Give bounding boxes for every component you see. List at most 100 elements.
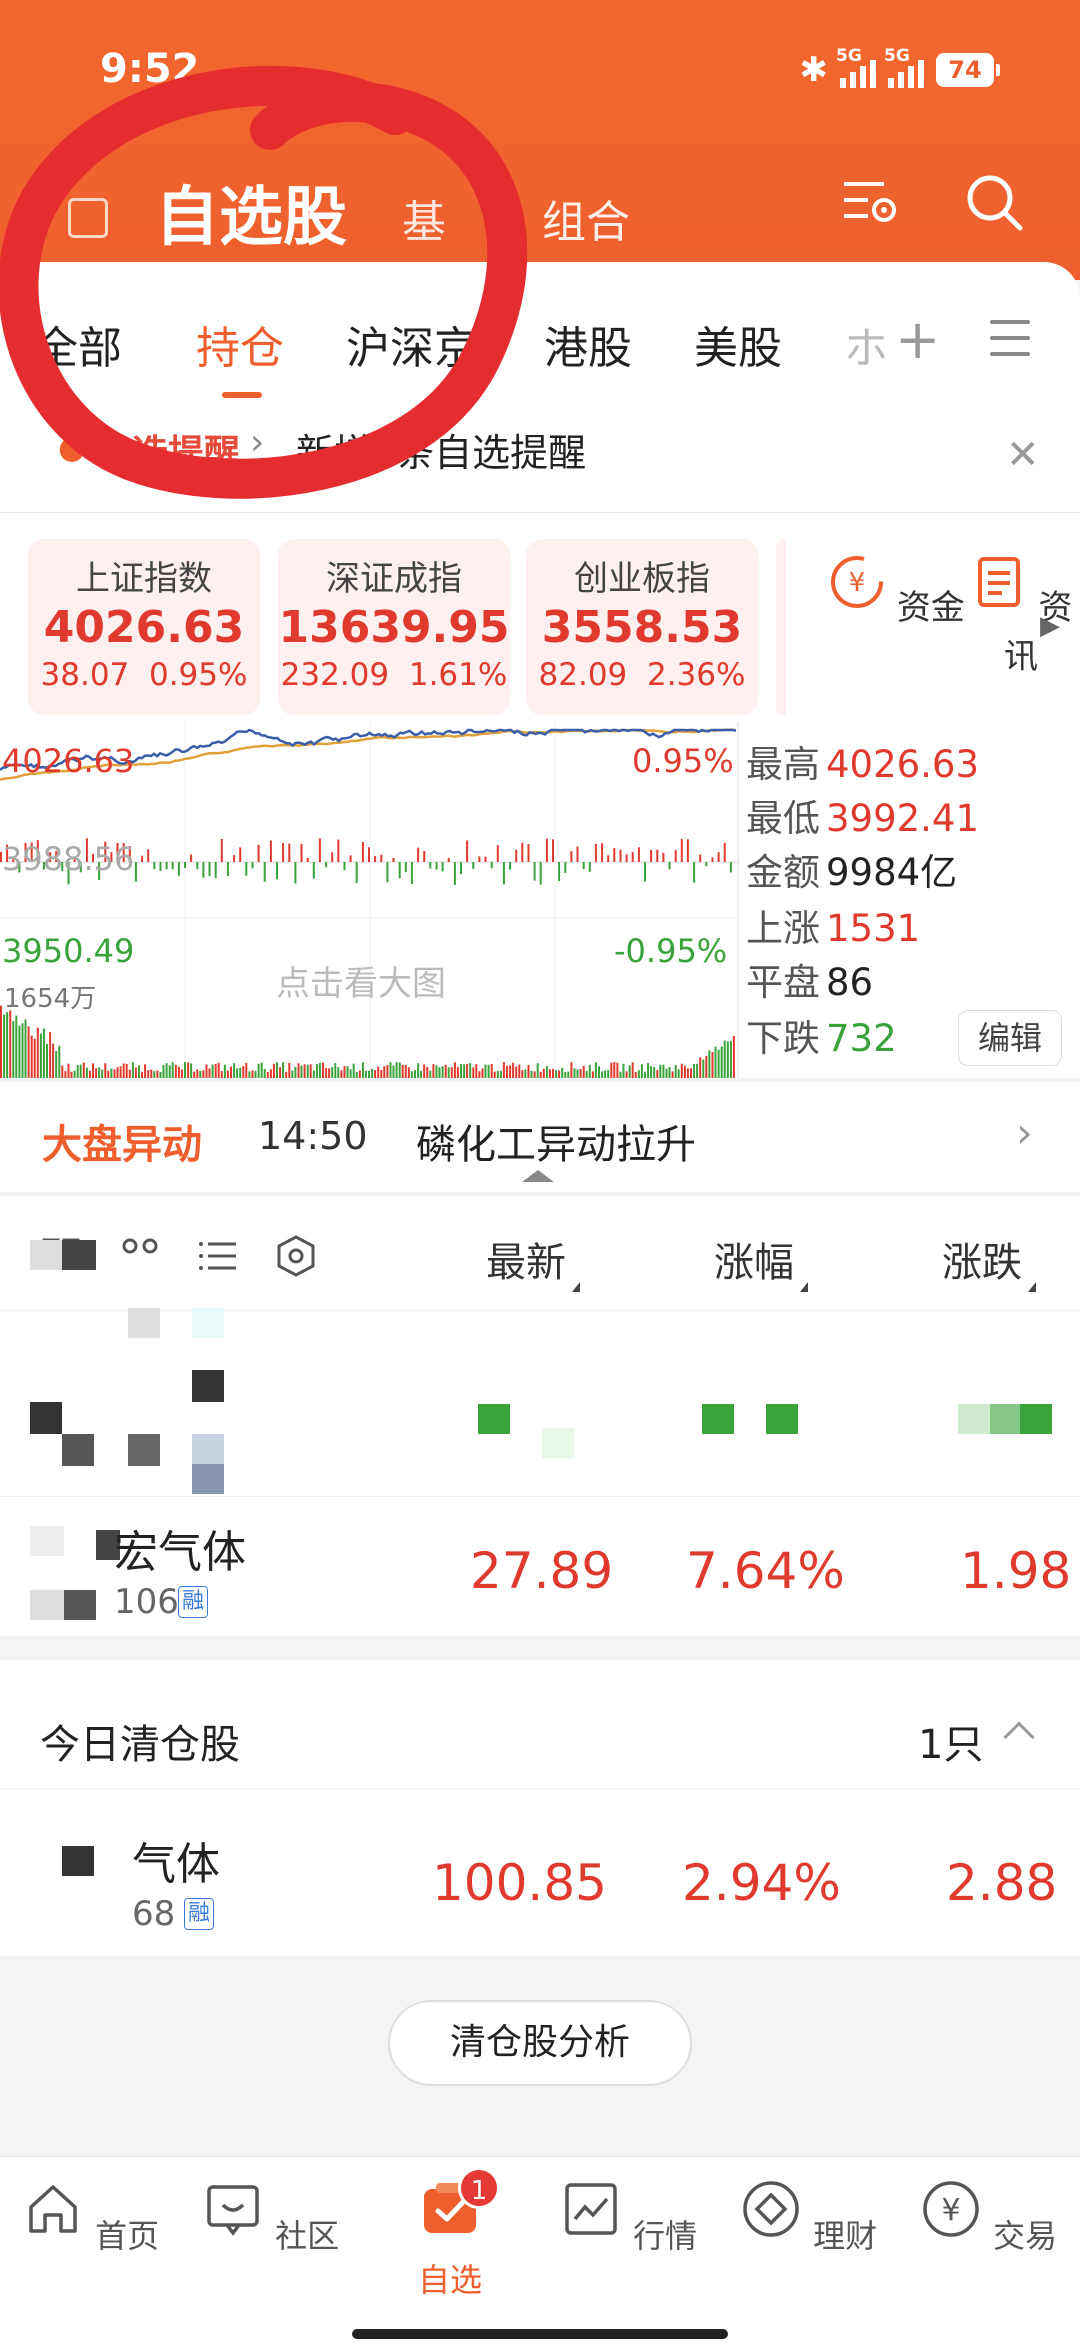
volume-bar bbox=[601, 1071, 604, 1078]
money-flow-bar bbox=[435, 862, 438, 870]
volume-bar bbox=[530, 1070, 533, 1078]
volume-bar bbox=[377, 1066, 380, 1078]
volume-bar bbox=[386, 1064, 389, 1078]
volume-bar bbox=[199, 1071, 202, 1078]
add-tab-icon[interactable]: + bbox=[895, 308, 940, 371]
volume-bar bbox=[33, 1038, 36, 1078]
nav-home[interactable]: 首页 bbox=[20, 2177, 160, 2257]
volume-bar bbox=[322, 1062, 324, 1078]
volume-bar bbox=[36, 1027, 39, 1078]
chart-pct-down: -0.95% bbox=[614, 932, 728, 970]
wealth-icon bbox=[743, 2181, 799, 2237]
volume-bar bbox=[616, 1062, 619, 1078]
volume-bar bbox=[15, 1015, 18, 1078]
volume-bar bbox=[634, 1072, 637, 1078]
volume-bar bbox=[441, 1066, 444, 1078]
volume-bar bbox=[607, 1070, 610, 1078]
volume-bar bbox=[527, 1065, 530, 1078]
volume-bar bbox=[150, 1069, 153, 1078]
stock-code: 106 bbox=[114, 1582, 179, 1622]
tab-fund[interactable]: 基 bbox=[402, 186, 446, 250]
stock-name: 宏气体 bbox=[114, 1527, 246, 1578]
nav-community[interactable]: 社区 bbox=[200, 2177, 340, 2257]
volume-bar bbox=[46, 1044, 48, 1078]
money-flow-bar bbox=[251, 862, 254, 869]
volume-bar bbox=[404, 1065, 407, 1078]
money-flow-bar bbox=[699, 854, 702, 863]
tab-portfolio[interactable]: 组合 bbox=[542, 186, 630, 250]
volume-bar bbox=[650, 1066, 653, 1078]
nav-watchlist[interactable]: 1 自选 bbox=[380, 2167, 520, 2301]
volume-bar bbox=[484, 1064, 487, 1078]
volume-bar bbox=[472, 1067, 475, 1078]
money-flow-bar bbox=[269, 840, 272, 862]
collapse-caret-icon[interactable] bbox=[522, 1170, 554, 1182]
news-button[interactable]: 资讯 bbox=[962, 553, 1080, 678]
tab-menu-icon[interactable] bbox=[990, 320, 1030, 368]
volume-bar bbox=[128, 1069, 131, 1078]
edit-button[interactable]: 编辑 bbox=[958, 1010, 1062, 1066]
volume-bar bbox=[502, 1062, 505, 1078]
volume-bar bbox=[180, 1069, 183, 1078]
volume-bar bbox=[696, 1063, 699, 1078]
volume-bar bbox=[98, 1067, 101, 1078]
money-flow-bar bbox=[478, 856, 481, 863]
volume-bar bbox=[668, 1067, 671, 1078]
index-change: 232.09 1.61% bbox=[280, 657, 508, 693]
view-large-chart[interactable]: 点击看大图 bbox=[276, 956, 446, 1005]
tab-us[interactable]: 美股 bbox=[694, 312, 782, 376]
volume-bar bbox=[52, 1043, 55, 1078]
volume-bar bbox=[613, 1062, 616, 1078]
more-arrow-icon[interactable]: ▶ bbox=[1040, 611, 1060, 641]
volume-bar bbox=[156, 1070, 159, 1078]
volume-bar bbox=[548, 1069, 551, 1078]
index-card-sz[interactable]: 深证成指 13639.95 232.09 1.61% bbox=[278, 539, 510, 715]
tab-more[interactable]: ホ bbox=[844, 312, 888, 376]
col-latest[interactable]: 最新 bbox=[486, 1230, 580, 1292]
close-icon[interactable]: ✕ bbox=[1006, 432, 1040, 478]
search-icon[interactable] bbox=[962, 170, 1026, 234]
volume-bar bbox=[361, 1062, 364, 1078]
volume-bar bbox=[263, 1069, 266, 1078]
tab-all[interactable]: 全部 bbox=[34, 312, 122, 376]
tab-holdings[interactable]: 持仓 bbox=[196, 312, 284, 376]
nav-trade[interactable]: ¥ 交易 bbox=[918, 2177, 1058, 2257]
tab-a-shares[interactable]: 沪深京 bbox=[346, 312, 478, 376]
index-card-cy[interactable]: 创业板指 3558.53 82.09 2.36% bbox=[526, 539, 758, 715]
volume-bar bbox=[113, 1069, 116, 1078]
redacted-block bbox=[702, 1404, 734, 1434]
chevron-up-icon[interactable] bbox=[1003, 1721, 1035, 1753]
nav-wealth[interactable]: 理财 bbox=[738, 2177, 878, 2257]
volume-bar bbox=[417, 1063, 420, 1078]
index-card-sh[interactable]: 上证指数 4026.63 38.07 0.95% bbox=[28, 539, 260, 715]
grid-icon[interactable] bbox=[118, 1234, 162, 1278]
money-flow-bar bbox=[662, 852, 665, 863]
money-flow-bar bbox=[410, 862, 413, 884]
col-change-pct[interactable]: 涨幅 bbox=[714, 1230, 808, 1292]
stat-flat: 平盘 86 bbox=[746, 961, 874, 1004]
fund-flow-button[interactable]: ¥ 资金 bbox=[828, 553, 965, 629]
list-icon[interactable] bbox=[196, 1234, 240, 1278]
nav-market[interactable]: 行情 bbox=[558, 2177, 698, 2257]
volume-bar bbox=[460, 1064, 462, 1078]
volume-bar bbox=[705, 1056, 708, 1078]
money-flow-bar bbox=[502, 862, 505, 885]
settings-menu-icon[interactable] bbox=[838, 170, 902, 234]
page-title[interactable]: 自选股 bbox=[155, 166, 347, 258]
tab-hk[interactable]: 港股 bbox=[544, 312, 632, 376]
volume-bar bbox=[680, 1063, 683, 1078]
watchlist-alert[interactable]: ● 自选提醒 › 新增1条自选提醒 ✕ bbox=[0, 392, 1080, 502]
col-change[interactable]: 涨跌 bbox=[942, 1230, 1036, 1292]
holdings-table: 最新 涨幅 涨跌 宏气体 106 融 27.89 7.64% 1.98 bbox=[0, 1196, 1080, 1636]
settings-icon[interactable] bbox=[274, 1234, 318, 1278]
back-icon[interactable] bbox=[68, 198, 108, 238]
money-flow-bar bbox=[306, 857, 309, 862]
volume-bar bbox=[312, 1070, 315, 1078]
volume-bar bbox=[619, 1071, 622, 1078]
intraday-chart[interactable]: 4026.63 3988.56 3950.49 0.95% -0.95% 165… bbox=[0, 722, 1080, 1078]
money-flow-bar bbox=[576, 846, 579, 863]
cleared-analysis-button[interactable]: 清仓股分析 bbox=[388, 2000, 692, 2086]
index-card-next[interactable] bbox=[776, 539, 786, 715]
money-flow-bar bbox=[564, 862, 567, 873]
money-flow-bar bbox=[349, 855, 352, 863]
